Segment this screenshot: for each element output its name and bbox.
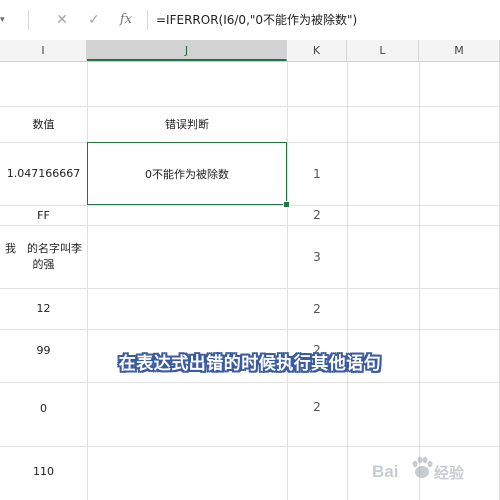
cell-k-value[interactable]: 2 <box>287 382 347 432</box>
cell-j-header[interactable]: 错误判断 <box>87 106 287 142</box>
cell-k-value[interactable]: 1 <box>287 142 347 205</box>
column-header-m[interactable]: M <box>419 40 500 61</box>
insert-function-icon[interactable]: fx <box>116 10 136 30</box>
column-header-j[interactable]: J <box>87 40 287 61</box>
enter-icon[interactable]: ✓ <box>84 10 104 30</box>
formula-bar-separator <box>28 10 29 30</box>
cell-i-value[interactable]: 110 <box>0 446 87 496</box>
gridline <box>347 62 348 500</box>
cell-i-value[interactable]: FF <box>0 205 87 225</box>
cell-k-value[interactable]: 2 <box>287 288 347 329</box>
cell-k-value[interactable]: 2 <box>287 205 347 225</box>
column-header-k[interactable]: K <box>287 40 347 61</box>
cell-k-value[interactable]: 3 <box>287 225 347 288</box>
active-cell-border <box>87 142 287 205</box>
column-header-l[interactable]: L <box>347 40 419 61</box>
cell-i-value[interactable]: 1.047166667 <box>0 142 87 205</box>
column-header-i[interactable]: I <box>0 40 87 61</box>
cell-i-header[interactable]: 数值 <box>0 106 87 142</box>
sheet-grid[interactable]: 数值 错误判断 1.047166667 0不能作为被除数 1 FF 2 我 的名… <box>0 62 500 500</box>
column-header-row: I J K L M <box>0 40 500 62</box>
watermark-text: 经验 <box>434 465 465 482</box>
video-caption: 在表达式出错的时候执行其他语句 <box>118 354 382 374</box>
gridline <box>419 62 420 500</box>
paw-icon <box>410 455 434 486</box>
cell-i-value[interactable]: 0 <box>0 382 87 434</box>
cell-i-value[interactable]: 我 的名字叫李的强 <box>2 225 85 288</box>
formula-bar-separator <box>147 10 148 30</box>
formula-bar: ▾ ✕ ✓ fx =IFERROR(I6/0,"0不能作为被除数") <box>0 0 500 41</box>
watermark-text: Bai <box>372 462 399 481</box>
cancel-icon[interactable]: ✕ <box>52 10 72 30</box>
watermark: Bai 经验 <box>372 452 498 496</box>
formula-input[interactable]: =IFERROR(I6/0,"0不能作为被除数") <box>156 10 357 30</box>
cell-i-value[interactable]: 12 <box>0 288 87 329</box>
namebox-dropdown[interactable]: ▾ <box>0 9 10 31</box>
